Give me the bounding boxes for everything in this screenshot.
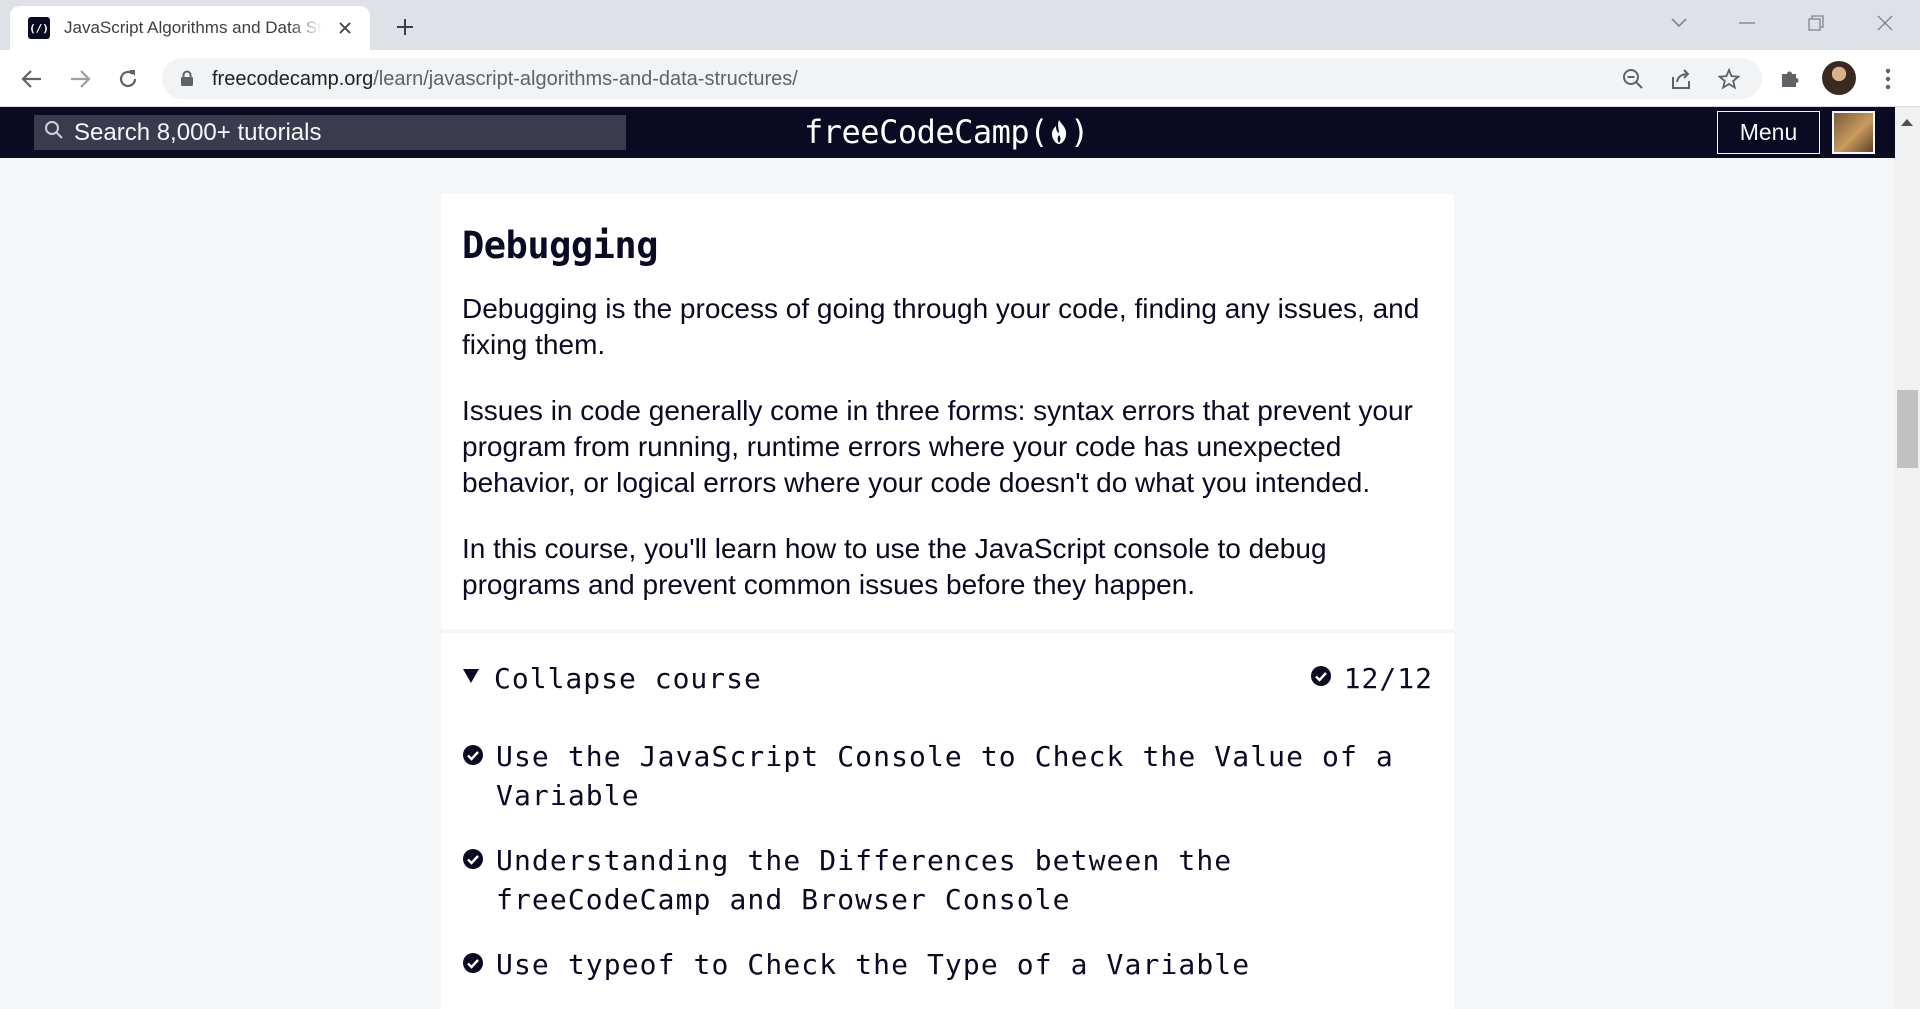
arrow-right-icon[interactable]	[62, 61, 98, 97]
profile-avatar[interactable]	[1822, 61, 1856, 95]
intro-paragraph: Debugging is the process of going throug…	[462, 293, 1420, 360]
collapse-label: Collapse course	[494, 661, 762, 695]
progress-count: 12/12	[1343, 661, 1433, 695]
lock-icon[interactable]	[180, 70, 194, 92]
browser-tab[interactable]: (/) JavaScript Algorithms and Data Struc…	[10, 6, 370, 50]
browser-tab-strip: (/) JavaScript Algorithms and Data Struc…	[0, 0, 1920, 50]
challenge-link[interactable]: Understanding the Differences between th…	[496, 841, 1416, 919]
collapse-course-button[interactable]: Collapse course 12/12	[462, 633, 1433, 723]
intro-paragraph: Issues in code generally come in three f…	[462, 395, 1413, 498]
list-item[interactable]: Understanding the Differences between th…	[462, 841, 1433, 919]
close-icon[interactable]	[334, 17, 356, 39]
check-circle-icon	[462, 952, 484, 979]
tab-search-chevron-icon[interactable]	[1657, 8, 1701, 38]
search-input[interactable]: Search 8,000+ tutorials	[34, 115, 626, 150]
page-scrollbar[interactable]	[1895, 107, 1920, 1009]
check-circle-icon	[462, 744, 484, 771]
restore-icon[interactable]	[1794, 8, 1838, 38]
user-avatar[interactable]	[1832, 111, 1875, 154]
fcc-favicon-icon: (/)	[28, 17, 50, 39]
puzzle-icon[interactable]	[1772, 61, 1808, 97]
intro-paragraph: In this course, you'll learn how to use …	[462, 533, 1327, 600]
kebab-menu-icon[interactable]	[1870, 61, 1906, 97]
plus-icon[interactable]	[390, 12, 420, 42]
section-title: Debugging	[462, 224, 658, 267]
logo-close-paren: )	[1069, 113, 1089, 151]
browser-toolbar: freecodecamp.org/learn/javascript-algori…	[0, 50, 1920, 107]
search-icon	[44, 120, 64, 145]
course-card: Debugging Debugging is the process of go…	[441, 194, 1454, 1009]
scroll-up-arrow-icon[interactable]	[1901, 113, 1913, 131]
search-placeholder: Search 8,000+ tutorials	[74, 118, 322, 146]
reload-icon[interactable]	[110, 61, 146, 97]
tab-title: JavaScript Algorithms and Data Structure…	[64, 18, 322, 37]
course-intro: Debugging Debugging is the process of go…	[441, 194, 1454, 629]
address-bar[interactable]: freecodecamp.org/learn/javascript-algori…	[162, 58, 1762, 99]
challenge-link[interactable]: Use the JavaScript Console to Check the …	[496, 737, 1416, 815]
star-icon[interactable]	[1714, 64, 1744, 94]
zoom-out-icon[interactable]	[1618, 64, 1648, 94]
minimize-icon[interactable]	[1725, 8, 1769, 38]
flame-icon	[1048, 119, 1070, 145]
url-host: freecodecamp.org	[212, 68, 374, 90]
check-circle-icon	[1310, 665, 1332, 692]
url-text[interactable]: freecodecamp.org/learn/javascript-algori…	[212, 68, 798, 91]
fcc-navbar: Search 8,000+ tutorials freeCodeCamp( ) …	[0, 107, 1920, 158]
scrollbar-thumb[interactable]	[1897, 390, 1918, 468]
menu-button[interactable]: Menu	[1717, 111, 1820, 154]
arrow-left-icon[interactable]	[14, 61, 50, 97]
list-item[interactable]: Use the JavaScript Console to Check the …	[462, 737, 1433, 815]
window-close-icon[interactable]	[1863, 8, 1907, 38]
url-path: /learn/javascript-algorithms-and-data-st…	[373, 68, 798, 90]
logo-text: freeCodeCamp(	[804, 113, 1048, 151]
challenge-list: Collapse course 12/12 Use the JavaScript…	[441, 633, 1454, 984]
share-icon[interactable]	[1666, 64, 1696, 94]
list-item[interactable]: Use typeof to Check the Type of a Variab…	[462, 945, 1433, 984]
challenge-link[interactable]: Use typeof to Check the Type of a Variab…	[496, 945, 1416, 984]
fcc-logo[interactable]: freeCodeCamp( )	[804, 111, 1089, 153]
check-circle-icon	[462, 848, 484, 875]
triangle-down-icon	[462, 668, 480, 689]
